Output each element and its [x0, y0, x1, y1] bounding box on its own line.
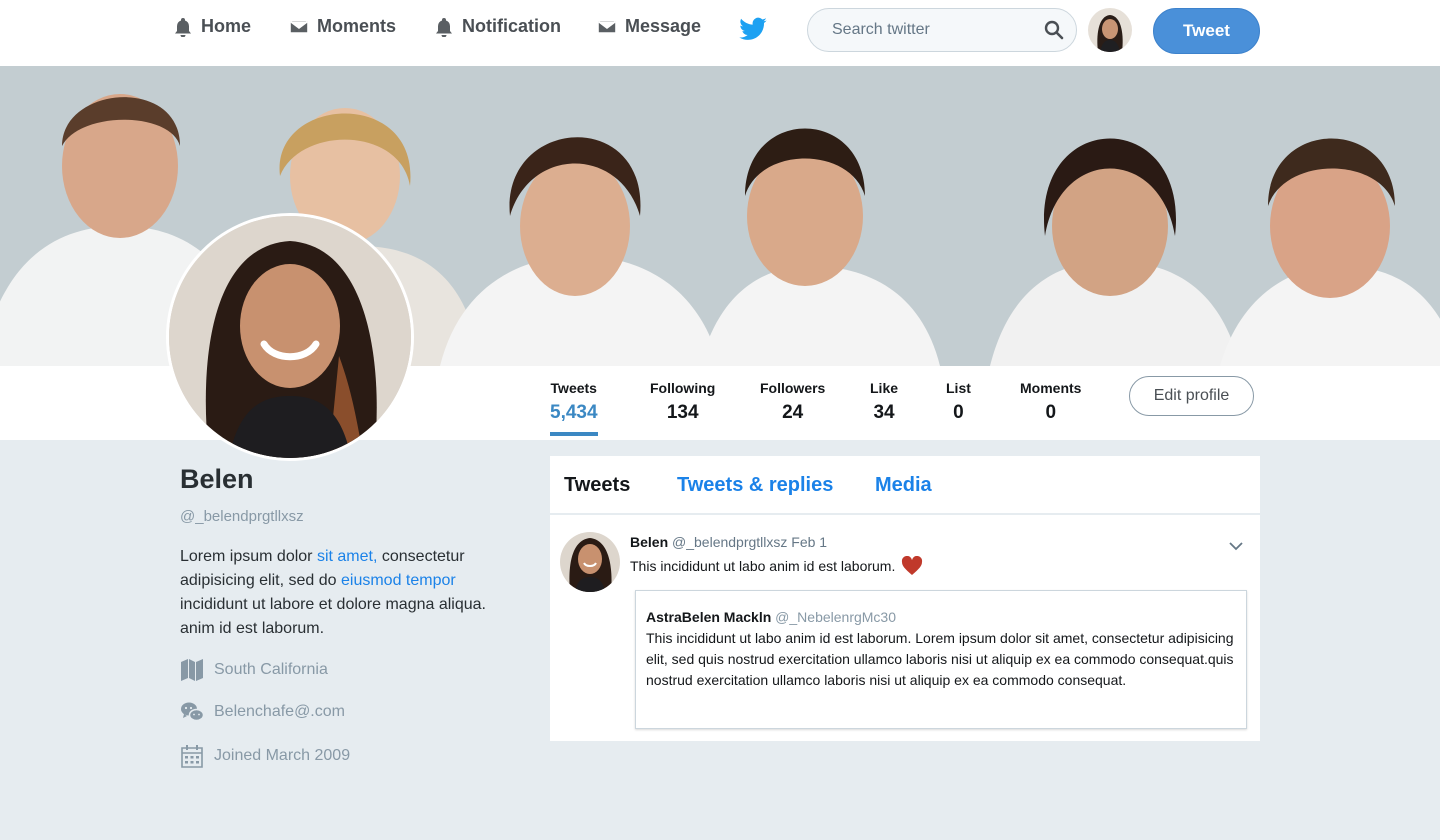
search-input[interactable] — [832, 21, 1032, 39]
tweet-button[interactable]: Tweet — [1153, 8, 1260, 54]
tweet-author-handle[interactable]: @_belendprgtllxsz — [672, 534, 787, 550]
avatar[interactable] — [560, 532, 620, 592]
chat-icon — [181, 702, 204, 722]
profile-bio: Lorem ipsum dolor sit amet, consectetur … — [180, 545, 510, 641]
stat-label: Like — [870, 380, 899, 396]
tab-tweets[interactable]: Tweets — [564, 474, 630, 497]
tab-media[interactable]: Media — [875, 474, 932, 497]
bio-link[interactable]: sit amet, — [317, 548, 377, 565]
nav-message[interactable]: Message — [597, 16, 701, 37]
joined-text: Joined March 2009 — [214, 747, 351, 764]
quoted-tweet[interactable]: AstraBelen Mackln @_NebelenrgMc30 This i… — [635, 590, 1247, 729]
profile-contact: Belenchafe@.com — [180, 700, 345, 724]
top-navigation: Home Moments Notification Message Tweet — [0, 0, 1440, 66]
location-text: South California — [214, 661, 328, 678]
profile-location: South California — [180, 658, 328, 682]
stat-like[interactable]: Like 34 — [870, 380, 898, 424]
calendar-icon — [181, 745, 203, 768]
bio-text: Lorem ipsum dolor — [180, 548, 317, 565]
profile-avatar[interactable] — [166, 213, 414, 461]
nav-moments[interactable]: Moments — [289, 16, 396, 37]
nav-message-label: Message — [625, 16, 702, 36]
nav-notification[interactable]: Notification — [434, 16, 561, 37]
quote-author-handle: @_NebelenrgMc30 — [775, 609, 897, 625]
quote-text: This incididunt ut labo anim id est labo… — [646, 630, 1234, 688]
twitter-bird-icon[interactable] — [738, 14, 768, 44]
stat-value: 34 — [873, 402, 895, 423]
tweet-text: This incididunt ut labo anim id est labo… — [630, 556, 923, 576]
bell-icon — [436, 17, 452, 37]
stat-label: Tweets — [550, 380, 597, 396]
edit-profile-button[interactable]: Edit profile — [1129, 376, 1254, 416]
stat-value: 0 — [953, 402, 964, 423]
stat-label: List — [946, 380, 971, 396]
heart-icon[interactable] — [901, 556, 923, 576]
search-icon[interactable] — [1044, 20, 1064, 40]
stat-moments[interactable]: Moments 0 — [1020, 380, 1081, 424]
contact-text: Belenchafe@.com — [214, 703, 345, 720]
stat-tweets[interactable]: Tweets 5,434 — [550, 380, 598, 436]
quote-header: AstraBelen Mackln @_NebelenrgMc30 — [646, 609, 1236, 625]
tweet-header: Belen @_belendprgtllxsz Feb 1 — [630, 534, 827, 550]
timeline-tabs: Tweets Tweets & replies Media — [550, 456, 1260, 515]
profile-joined: Joined March 2009 — [180, 744, 350, 768]
stat-list[interactable]: List 0 — [946, 380, 971, 424]
chevron-down-icon[interactable] — [1228, 538, 1244, 554]
map-icon — [181, 659, 203, 681]
nav-moments-label: Moments — [317, 16, 397, 36]
bio-text: incididunt ut labore et dolore magna ali… — [180, 596, 486, 637]
stat-followers[interactable]: Followers 24 — [760, 380, 825, 424]
nav-home[interactable]: Home — [173, 16, 251, 37]
quote-author-name: AstraBelen Mackln — [646, 609, 772, 625]
tab-tweets-replies[interactable]: Tweets & replies — [677, 474, 833, 497]
stat-value: 5,434 — [550, 402, 598, 423]
stat-value: 24 — [782, 402, 804, 423]
search-box[interactable] — [807, 8, 1077, 52]
nav-home-label: Home — [201, 16, 252, 36]
stat-following[interactable]: Following 134 — [650, 380, 715, 424]
envelope-icon — [289, 19, 309, 34]
avatar[interactable] — [1088, 8, 1132, 52]
bio-link[interactable]: eiusmod tempor — [341, 572, 456, 589]
tweet-date: Feb 1 — [791, 534, 828, 550]
bell-icon — [175, 17, 191, 37]
tweet-author-name[interactable]: Belen — [630, 534, 668, 550]
profile-handle: @_belendprgtllxsz — [180, 508, 304, 525]
stat-value: 134 — [666, 402, 699, 423]
stat-value: 0 — [1045, 402, 1057, 423]
nav-notification-label: Notification — [462, 16, 561, 36]
stat-label: Followers — [760, 380, 826, 396]
envelope-icon — [597, 19, 617, 34]
tweet-body: This incididunt ut labo anim id est labo… — [630, 558, 896, 574]
profile-name: Belen — [180, 464, 254, 494]
stat-label: Moments — [1020, 380, 1082, 396]
timeline-panel: Tweets Tweets & replies Media Belen @_be… — [550, 456, 1260, 741]
stat-label: Following — [650, 380, 716, 396]
